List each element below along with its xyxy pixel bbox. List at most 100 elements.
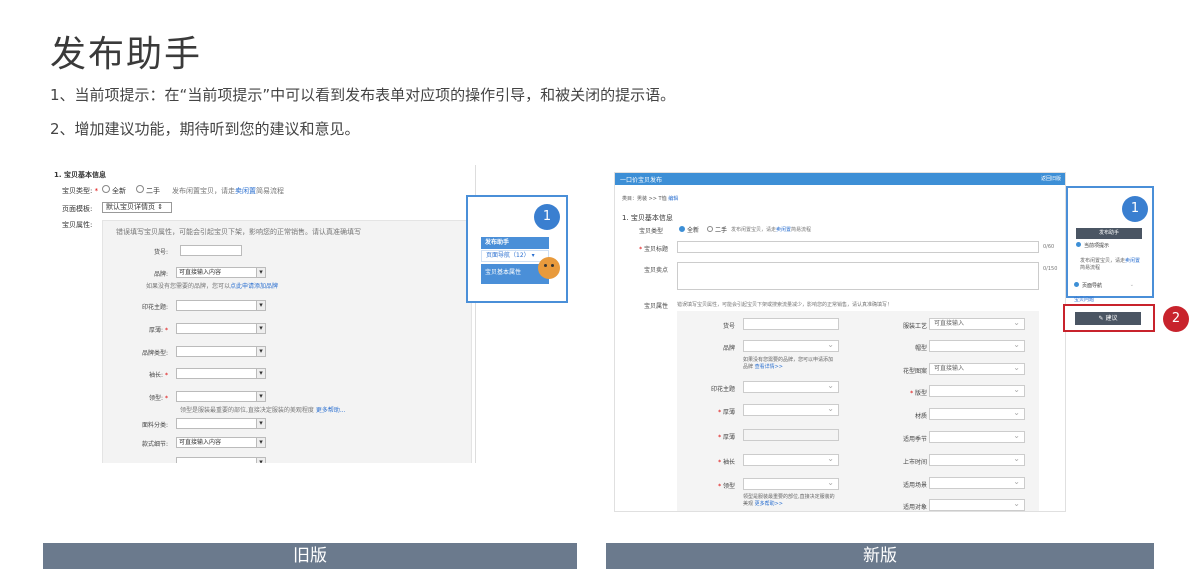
new-caizhi-select[interactable] <box>929 408 1025 420</box>
new-right-label-3: * 版型 <box>910 390 927 397</box>
new-yinhua-select[interactable] <box>743 381 839 393</box>
new-shangshi-select[interactable] <box>929 454 1025 466</box>
old-lingxing-help-link[interactable]: 更多帮助... <box>316 407 346 414</box>
new-suggest-callout: ✎ 建议 <box>1063 304 1155 332</box>
new-points-count: 0/150 <box>1043 266 1058 272</box>
new-type-new-radio[interactable] <box>679 226 685 232</box>
new-brand-hint: 如果没有您需要的品牌，您可以申请添加品牌 查看详情>> <box>743 357 834 370</box>
new-left-label-2: 印花主题 <box>710 386 735 393</box>
new-assistant-header: 发布助手 <box>1076 228 1142 239</box>
old-yinhua-label: 印花主题: <box>141 304 168 311</box>
nav-dot-icon <box>1074 282 1079 287</box>
new-left-label-6: * 领型 <box>718 483 735 490</box>
new-brand-select[interactable] <box>743 340 839 352</box>
new-attr-hint: 错误填写宝贝属性，可能会引起宝贝下架或搜索流量减少，影响您的正常销售，请认真准确… <box>677 302 893 308</box>
new-assistant-tip: 发布闲置宝贝，请走卖闲置简易流程 <box>1080 258 1141 271</box>
new-points-textarea[interactable] <box>677 262 1039 290</box>
new-type-hint-link[interactable]: 卖闲置 <box>776 227 791 233</box>
new-step-number-1: 1 <box>1122 196 1148 222</box>
new-topbar: 一口价宝贝发布 返回旧版 <box>615 173 1065 185</box>
old-brand-select[interactable]: 可直接输入内容 <box>176 267 266 278</box>
new-type-used-radio[interactable] <box>707 226 713 232</box>
new-brand-link[interactable]: 查看详情>> <box>755 364 783 370</box>
new-right-label-4: 材质 <box>914 413 927 420</box>
old-kuanshi-select[interactable]: 可直接输入内容 <box>176 437 266 448</box>
suggest-button[interactable]: ✎ 建议 <box>1075 312 1141 325</box>
old-type-hint: 发布闲置宝贝，请走卖闲置简易流程 <box>172 187 284 195</box>
old-xiuchang-select[interactable] <box>176 368 266 379</box>
new-lingxing-link[interactable]: 更多帮助>> <box>755 501 783 507</box>
new-houbo-select[interactable] <box>743 404 839 416</box>
old-brand-hint-link[interactable]: 点此申请添加品牌 <box>230 283 278 290</box>
old-kuanshi-label: 款式细节: <box>141 441 168 448</box>
new-huohao-input[interactable] <box>743 318 839 330</box>
current-tip-dot-icon <box>1076 242 1081 247</box>
old-assistant-header: 发布助手 <box>481 237 549 249</box>
new-left-label-4: * 厚薄 <box>718 434 735 441</box>
new-section-title: 1. 宝贝基本信息 <box>622 214 673 222</box>
new-breadcrumb-edit[interactable]: 编辑 <box>668 196 678 202</box>
old-brand-type-select[interactable] <box>176 346 266 357</box>
old-houbo-label: 厚薄: * <box>149 327 168 334</box>
old-huohao-input[interactable] <box>180 245 242 256</box>
old-attr-hint: 错误填写宝贝属性，可能会引起宝贝下架，影响您的正常销售。请认真准确填写 <box>116 228 361 236</box>
old-type-label: 宝贝类型: * <box>62 187 99 195</box>
old-mianliao-label: 面料分类: <box>141 422 168 429</box>
old-version-bar: 旧版 <box>43 543 577 569</box>
new-maoxing-select[interactable] <box>929 340 1025 352</box>
new-points-label: 宝贝卖点 <box>643 267 668 274</box>
new-assistant-nav[interactable]: 页面导航 ⌄ <box>1074 282 1134 289</box>
description-current-tip: 1、当前项提示：在“当前项提示”中可以看到发布表单对应项的操作引导，和被关闭的提… <box>50 86 676 104</box>
old-type-hint-link[interactable]: 卖闲置 <box>235 187 256 195</box>
old-template-select[interactable]: 默认宝贝详情页 ⇕ <box>102 202 172 213</box>
old-lingxing-select[interactable] <box>176 391 266 402</box>
new-right-label-5: 适用季节 <box>902 436 927 443</box>
new-title-input[interactable] <box>677 241 1039 253</box>
new-type-hint: 发布闲置宝贝，请走卖闲置简易流程 <box>731 227 812 233</box>
new-right-label-8: 适用对象 <box>902 504 927 511</box>
old-assistant-callout: 1 发布助手 页面导航（12） ▾ 宝贝基本属性 <box>466 195 568 303</box>
new-xiuchang-select[interactable] <box>743 454 839 466</box>
new-lingxing-hint: 领型是服装最重要的部位,直接决定服装的美观 更多帮助>> <box>743 494 835 507</box>
new-back-link[interactable]: 返回旧版 <box>1041 175 1061 182</box>
new-left-label-5: * 袖长 <box>718 459 735 466</box>
mascot-icon <box>538 257 560 279</box>
old-yinhua-select[interactable] <box>176 300 266 311</box>
new-title-count: 0/60 <box>1043 244 1055 250</box>
old-mianliao-select[interactable] <box>176 418 266 429</box>
old-brand-hint: 如果没有您需要的品牌，您可以点此申请添加品牌 <box>146 283 279 290</box>
new-left-label-0: 货号 <box>722 323 735 330</box>
new-lingxing-select[interactable] <box>743 478 839 490</box>
new-gongyi-select[interactable]: 可直接输入 <box>929 318 1025 330</box>
new-assistant-current[interactable]: 当前项提示 <box>1076 241 1142 252</box>
old-type-new-radio[interactable] <box>102 185 110 193</box>
old-xiuchang-label: 袖长: * <box>149 372 168 379</box>
page-title: 发布助手 <box>50 34 203 75</box>
new-banxing-select[interactable] <box>929 385 1025 397</box>
old-brand-type-label: 品牌类型: <box>141 350 168 357</box>
old-type-used-radio[interactable] <box>136 185 144 193</box>
new-version-bar: 新版 <box>606 543 1154 569</box>
old-brand-label: 品牌: <box>153 271 168 278</box>
new-duixiang-select[interactable] <box>929 499 1025 511</box>
new-step-number-2: 2 <box>1163 306 1189 332</box>
new-right-label-2: 花型图案 <box>902 368 927 375</box>
new-title-label: * 宝贝标题 <box>639 246 668 253</box>
description-suggestion: 2、增加建议功能，期待听到您的建议和意见。 <box>50 120 360 138</box>
new-houbo-input-2[interactable] <box>743 429 839 441</box>
old-attr-label: 宝贝属性: <box>62 221 93 229</box>
new-type-used-label: 二手 <box>715 227 728 234</box>
new-version-screenshot: 一口价宝贝发布 返回旧版 类目：男装 >> T恤 编辑 1. 宝贝基本信息 宝贝… <box>614 172 1066 512</box>
new-assistant-tip-link[interactable]: 卖闲置 <box>1125 258 1140 264</box>
old-type-new-label: 全新 <box>112 187 126 195</box>
old-type-used-label: 二手 <box>146 187 160 195</box>
old-huohao-label: 货号: <box>153 249 168 256</box>
new-left-label-3: * 厚薄 <box>718 409 735 416</box>
old-assistant-nav[interactable]: 页面导航（12） ▾ <box>481 250 549 262</box>
new-huaxing-select[interactable]: 可直接输入 <box>929 363 1025 375</box>
new-jijie-select[interactable] <box>929 431 1025 443</box>
old-extra-select[interactable] <box>176 457 266 463</box>
old-houbo-select[interactable] <box>176 323 266 334</box>
new-changjing-select[interactable] <box>929 477 1025 489</box>
old-step-number: 1 <box>534 204 560 230</box>
